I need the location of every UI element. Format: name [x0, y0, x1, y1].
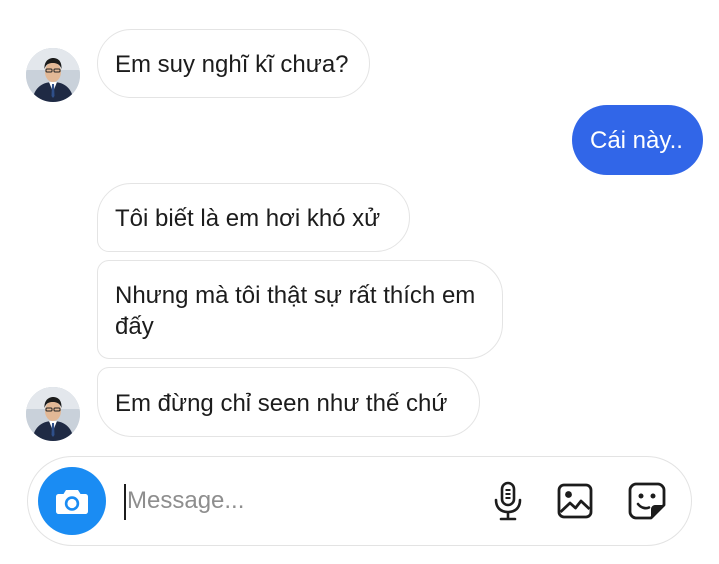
microphone-icon: [494, 481, 522, 521]
message-bubble-outgoing[interactable]: Cái này..: [572, 105, 703, 175]
message-text: Em suy nghĩ kĩ chưa?: [115, 51, 349, 78]
message-text: Tôi biết là em hơi khó xử: [115, 205, 381, 232]
message-text: Nhưng mà tôi thật sự rất thích em đấy: [115, 282, 476, 340]
sticker-icon: [628, 482, 666, 520]
image-icon: [557, 483, 593, 519]
message-input[interactable]: [123, 479, 457, 523]
message-text: Cái này..: [590, 127, 683, 154]
message-bubble-incoming[interactable]: Nhưng mà tôi thật sự rất thích em đấy: [97, 260, 503, 359]
message-bubble-incoming[interactable]: Tôi biết là em hơi khó xử: [97, 183, 410, 252]
message-bubble-incoming[interactable]: Em suy nghĩ kĩ chưa?: [97, 29, 370, 98]
camera-button[interactable]: [38, 467, 106, 535]
sticker-button[interactable]: [625, 479, 669, 523]
contact-avatar[interactable]: [26, 387, 80, 441]
message-composer: [27, 456, 692, 546]
message-bubble-incoming[interactable]: Em đừng chỉ seen như thế chứ: [97, 367, 480, 437]
contact-avatar[interactable]: [26, 48, 80, 102]
chat-screen: Em suy nghĩ kĩ chưa? Cái này.. Tôi biết …: [0, 0, 719, 564]
gallery-button[interactable]: [553, 479, 597, 523]
message-text: Em đừng chỉ seen như thế chứ: [115, 390, 448, 417]
camera-icon: [56, 490, 88, 514]
microphone-button[interactable]: [486, 479, 530, 523]
